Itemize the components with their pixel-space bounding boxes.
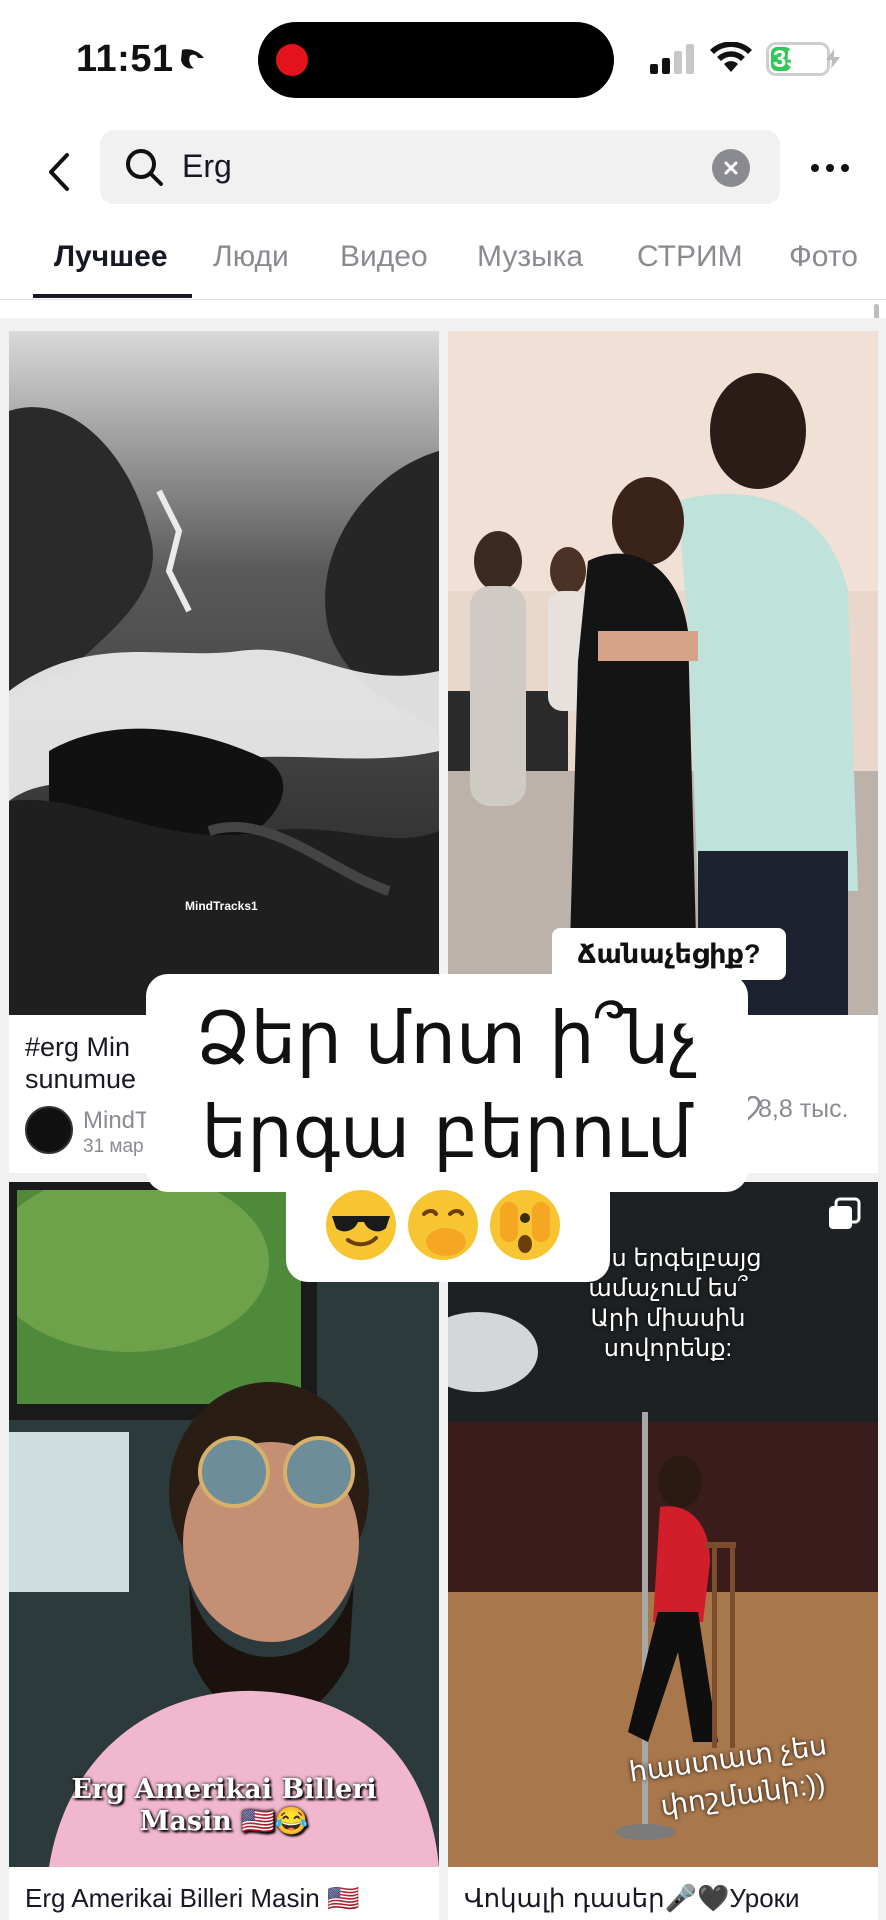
tab-video[interactable]: Видео	[340, 240, 428, 274]
close-icon	[724, 161, 738, 175]
tab-top[interactable]: Лучшее	[54, 240, 168, 274]
face-with-open-eyes-and-hand-emoji-icon	[490, 1190, 560, 1260]
card-title: sunumue	[25, 1064, 137, 1094]
wifi-icon	[710, 42, 752, 72]
text-overlay-line: երգա բերում	[201, 1090, 693, 1174]
video-thumbnail: MindTracks1	[9, 331, 439, 1015]
more-dot	[841, 164, 849, 172]
tab-live[interactable]: СТРИМ	[637, 240, 743, 274]
card-title: #erg Min	[25, 1032, 131, 1062]
focus-moon-icon	[181, 49, 204, 69]
photo-thumbnail: մ ես երգելբայց ամաչում ես՞ Արի միասին սո…	[448, 1182, 878, 1867]
more-dot	[826, 164, 834, 172]
chevron-left-icon	[49, 153, 69, 191]
more-options-button[interactable]	[800, 146, 860, 190]
cellular-signal-icon	[650, 44, 694, 74]
question-sticker: Ճանաչեցիք?	[552, 928, 786, 980]
author-avatar[interactable]	[25, 1106, 73, 1154]
photo-caption-line: Արի միասին	[590, 1305, 746, 1332]
clear-search-button[interactable]	[712, 149, 750, 187]
hand-over-mouth-emoji-icon	[408, 1190, 478, 1260]
tab-people[interactable]: Люди	[213, 240, 289, 274]
sunglasses-emoji-icon	[326, 1190, 396, 1260]
video-card[interactable]: Erg Amerikai Billeri Masin 🇺🇸😂 Erg Ameri…	[9, 1182, 439, 1920]
thumbnail-watermark: MindTracks1	[185, 899, 258, 913]
card-title: Վոկալի դասեր🎤🖤Уроки	[464, 1883, 800, 1913]
battery-level: 35	[773, 46, 800, 73]
active-tab-indicator	[33, 294, 192, 298]
back-button[interactable]	[26, 140, 90, 204]
video-thumbnail: Erg Amerikai Billeri Masin 🇺🇸😂	[9, 1182, 439, 1867]
card-title: Erg Amerikai Billeri Masin 🇺🇸	[25, 1883, 360, 1913]
search-query-text: Erg	[182, 148, 232, 184]
status-time: 11:51	[76, 38, 174, 80]
more-dot	[811, 164, 819, 172]
status-bar: 11:51 35	[0, 0, 886, 118]
battery-icon: 35	[766, 42, 830, 76]
photo-card[interactable]: մ ես երգելբայց ամաչում ես՞ Արի միասին սո…	[448, 1182, 878, 1920]
search-tabs: Лучшее Люди Видео Музыка СТРИМ Фото	[0, 222, 886, 300]
carousel-photos-icon	[829, 1197, 861, 1229]
tab-photo[interactable]: Фото	[789, 240, 858, 274]
photo-caption-line: սովորենք:	[603, 1335, 733, 1362]
video-caption-overlay: Erg Amerikai Billeri	[71, 1774, 377, 1805]
recording-indicator-icon	[276, 44, 308, 76]
like-count: 8,8 тыс.	[758, 1095, 849, 1123]
dynamic-island	[258, 22, 614, 98]
text-overlay-line: Ձեր մոտ ի՞նչ	[195, 996, 699, 1080]
search-input[interactable]: Erg	[100, 130, 780, 204]
charging-bolt-icon	[826, 49, 840, 69]
tab-music[interactable]: Музыка	[477, 240, 583, 274]
post-date: 31 мар	[83, 1136, 144, 1157]
search-icon	[126, 149, 163, 186]
video-thumbnail: Ճանաչեցիք?	[448, 331, 878, 1015]
video-caption-overlay: Masin 🇺🇸😂	[139, 1806, 309, 1837]
author-name[interactable]: MindT	[83, 1107, 150, 1135]
